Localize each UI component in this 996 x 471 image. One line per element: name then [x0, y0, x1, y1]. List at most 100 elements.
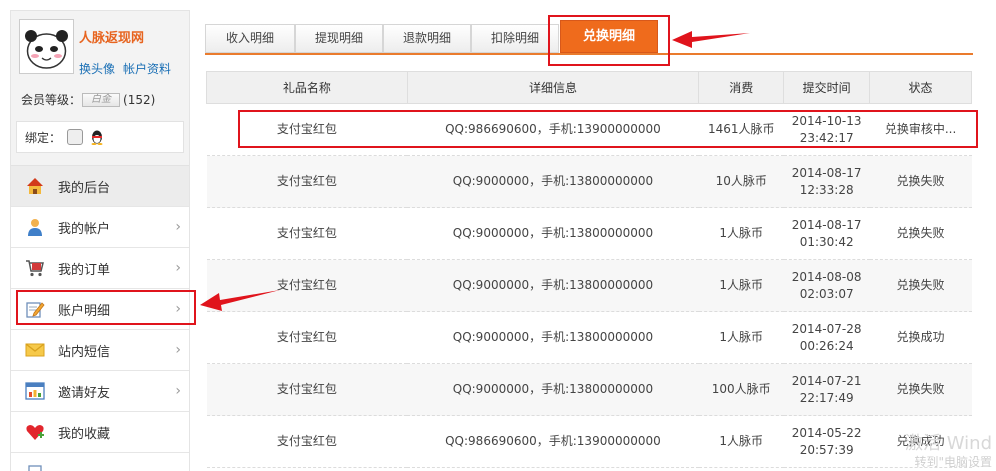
submit-date: 2014-08-08 [791, 269, 862, 284]
submit-date: 2014-05-22 [791, 425, 862, 440]
cell-gift-name: 支付宝红包 [206, 103, 408, 156]
member-level-label: 会员等级： [21, 93, 82, 107]
cell-cost: 1人脉币 [698, 207, 784, 260]
user-icon [25, 217, 45, 237]
sidebar-item-invite[interactable]: 邀请好友 › [11, 371, 189, 412]
qq-penguin-icon [91, 130, 103, 145]
cell-status: 兑换审核中... [869, 103, 972, 156]
chevron-right-icon: › [175, 383, 181, 399]
level-badge: 白金 [82, 92, 121, 107]
sidebar: 人脉返现网 换头像 帐户资料 会员等级： 白金 (152) 绑定： 我的后台 我… [10, 10, 190, 471]
qq-bind-icon[interactable] [89, 129, 105, 145]
cell-detail: QQ:9000000，手机:13800000000 [407, 207, 699, 260]
chart-icon [25, 381, 45, 401]
cell-cost: 1人脉币 [698, 415, 784, 468]
account-info-link[interactable]: 帐户资料 [123, 62, 171, 76]
mail-icon [25, 340, 45, 360]
submit-clock: 12:33:28 [799, 182, 854, 197]
cell-gift-name: 支付宝红包 [206, 311, 408, 364]
cell-detail: QQ:9000000，手机:13800000000 [407, 363, 699, 416]
table-row: 支付宝红包 QQ:9000000，手机:13800000000 1人脉币 2014-0… [206, 311, 972, 364]
submit-clock: 22:17:49 [799, 390, 854, 405]
cell-gift-name: 支付宝红包 [206, 155, 408, 208]
tab-withdraw[interactable]: 提现明细 [295, 24, 383, 53]
table-row: 支付宝红包 QQ:9000000，手机:13800000000 10人脉币 2014-… [206, 155, 972, 208]
cell-submit-time: 2014-07-28 00:26:24 [783, 311, 870, 364]
cell-submit-time: 2014-10-13 23:42:17 [783, 103, 870, 156]
sidebar-item-messages[interactable]: 站内短信 › [11, 330, 189, 371]
panda-avatar-icon [20, 20, 73, 73]
avatar[interactable] [19, 19, 74, 74]
table-row: 支付宝红包 QQ:9000000，手机:13800000000 1人脉币 2014-0… [206, 207, 972, 260]
bind-label: 绑定： [25, 130, 62, 145]
heart-icon [25, 422, 45, 442]
sidebar-item-dashboard[interactable]: 我的后台 [11, 166, 189, 207]
cell-gift-name: 支付宝红包 [206, 415, 408, 468]
cell-detail: QQ:9000000，手机:13800000000 [407, 311, 699, 364]
member-level: 会员等级： 白金 (152) [21, 91, 155, 108]
sidebar-item-orders[interactable]: 我的订单 › [11, 248, 189, 289]
cell-submit-time: 2014-08-08 02:03:07 [783, 259, 870, 312]
exchange-table: 礼品名称 详细信息 消费 提交时间 状态 支付宝红包 QQ:986690600，手… [206, 71, 972, 468]
sidebar-item-label: 账户明细 [58, 303, 111, 319]
cell-status: 兑换失败 [869, 363, 972, 416]
cell-gift-name: 支付宝红包 [206, 259, 408, 312]
header-gift-name: 礼品名称 [206, 71, 408, 104]
submit-clock: 01:30:42 [799, 234, 854, 249]
table-header-row: 礼品名称 详细信息 消费 提交时间 状态 [206, 71, 972, 104]
cell-detail: QQ:9000000，手机:13800000000 [407, 259, 699, 312]
submit-date: 2014-07-21 [791, 373, 862, 388]
sidebar-item-label: 邀请好友 [58, 385, 111, 401]
table-row: 支付宝红包 QQ:9000000，手机:13800000000 1人脉币 2014-0… [206, 259, 972, 312]
cell-cost: 1461人脉币 [698, 103, 784, 156]
sidebar-item-label: 我的订单 [58, 262, 111, 278]
sidebar-item-more[interactable] [11, 453, 189, 471]
level-count: (152) [123, 92, 156, 107]
edit-icon [25, 299, 45, 319]
document-icon [25, 463, 45, 471]
submit-date: 2014-07-28 [791, 321, 862, 336]
sidebar-item-account[interactable]: 我的帐户 › [11, 207, 189, 248]
weibo-bind-icon[interactable] [67, 129, 84, 145]
cell-submit-time: 2014-05-22 20:57:39 [783, 415, 870, 468]
cell-detail: QQ:9000000，手机:13800000000 [407, 155, 699, 208]
tab-deduction[interactable]: 扣除明细 [471, 24, 559, 53]
activation-watermark: 激活 Wind 转到"电脑设置 [905, 435, 992, 471]
tab-income[interactable]: 收入明细 [205, 24, 295, 53]
sidebar-item-favorites[interactable]: 我的收藏 [11, 412, 189, 453]
sidebar-item-label: 我的收藏 [58, 426, 111, 442]
cell-submit-time: 2014-07-21 22:17:49 [783, 363, 870, 416]
sidebar-item-account-details[interactable]: 账户明细 › [11, 289, 189, 330]
table-row: 支付宝红包 QQ:9000000，手机:13800000000 100人脉币 2014… [206, 363, 972, 416]
detail-tabs: 收入明细 提现明细 退款明细 扣除明细 兑换明细 [205, 20, 973, 55]
header-status: 状态 [869, 71, 972, 104]
watermark-line1: 激活 Wind [905, 433, 992, 454]
profile-panel: 人脉返现网 换头像 帐户资料 会员等级： 白金 (152) 绑定： [11, 11, 189, 166]
tab-exchange[interactable]: 兑换明细 [560, 20, 658, 53]
tab-refund[interactable]: 退款明细 [383, 24, 471, 53]
chevron-right-icon: › [175, 301, 181, 317]
cell-gift-name: 支付宝红包 [206, 363, 408, 416]
cell-status: 兑换失败 [869, 259, 972, 312]
cell-cost: 1人脉币 [698, 311, 784, 364]
profile-links: 换头像 帐户资料 [79, 60, 179, 77]
cell-status: 兑换失败 [869, 155, 972, 208]
submit-date: 2014-08-17 [791, 217, 862, 232]
cell-detail: QQ:986690600，手机:13900000000 [407, 103, 699, 156]
home-icon [25, 176, 45, 196]
sidebar-item-label: 我的后台 [58, 180, 111, 196]
cell-cost: 10人脉币 [698, 155, 784, 208]
submit-clock: 23:42:17 [799, 130, 854, 145]
change-avatar-link[interactable]: 换头像 [79, 62, 115, 76]
sidebar-item-label: 站内短信 [58, 344, 111, 360]
table-row: 支付宝红包 QQ:986690600，手机:13900000000 1人脉币 2014… [206, 415, 972, 468]
submit-date: 2014-08-17 [791, 165, 862, 180]
submit-date: 2014-10-13 [791, 113, 862, 128]
header-cost: 消费 [698, 71, 785, 104]
chevron-right-icon: › [175, 260, 181, 276]
cell-gift-name: 支付宝红包 [206, 207, 408, 260]
cell-submit-time: 2014-08-17 12:33:28 [783, 155, 870, 208]
submit-clock: 20:57:39 [799, 442, 854, 457]
cell-cost: 1人脉币 [698, 259, 784, 312]
chevron-right-icon: › [175, 219, 181, 235]
